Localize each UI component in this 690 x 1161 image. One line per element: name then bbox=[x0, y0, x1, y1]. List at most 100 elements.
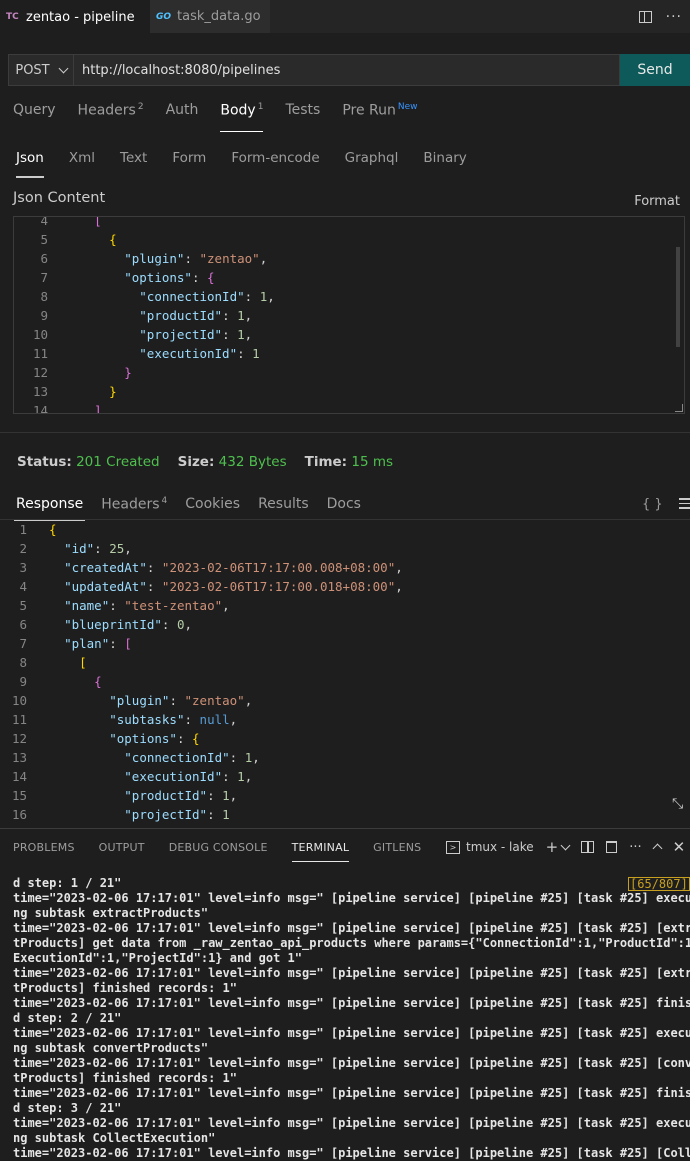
line-number: 5 bbox=[19, 598, 27, 613]
panel-tab-gitlens[interactable]: GITLENS bbox=[373, 841, 421, 857]
body-tab-xml[interactable]: Xml bbox=[69, 150, 95, 172]
format-button[interactable]: Format bbox=[634, 194, 680, 209]
line-number: 3 bbox=[19, 560, 27, 575]
request-body-editor[interactable]: 4 [5 {6 "plugin": "zentao", 7 "options": … bbox=[13, 216, 685, 414]
response-body-line: 6 "blueprintId": 0, bbox=[0, 615, 690, 634]
request-body-line: 5 { bbox=[14, 230, 684, 249]
resp-tab-cookies[interactable]: Cookies bbox=[185, 496, 240, 516]
response-tabs: Response Headers 4 Cookies Results Docs bbox=[13, 496, 379, 521]
terminal-icon: > bbox=[446, 840, 460, 854]
line-number: 7 bbox=[19, 636, 27, 651]
line-number: 12 bbox=[32, 365, 48, 380]
terminal-line: d step: 3 / 21" bbox=[13, 1101, 122, 1115]
terminal-output[interactable]: d step: 1 / 21" time="2023-02-06 17:17:01… bbox=[13, 876, 690, 1161]
tab-query[interactable]: Query bbox=[13, 102, 56, 124]
body-tab-json[interactable]: Json bbox=[16, 150, 44, 178]
terminal-name[interactable]: tmux - lake bbox=[466, 840, 534, 854]
split-terminal-icon[interactable] bbox=[581, 841, 595, 853]
body-tab-form[interactable]: Form bbox=[172, 150, 206, 172]
close-panel-icon[interactable]: ✕ bbox=[673, 838, 686, 856]
hamburger-menu-icon[interactable] bbox=[679, 498, 690, 512]
code-text: "connectionId": 1, bbox=[139, 289, 275, 304]
response-body-viewer[interactable]: 1{2 "id": 25, 3 "createdAt": "2023-02-06T… bbox=[0, 520, 690, 826]
code-text: "blueprintId": 0, bbox=[64, 617, 193, 632]
tmux-scroll-position: [65/807] bbox=[628, 877, 690, 891]
time-field: Time: 15 ms bbox=[304, 454, 394, 470]
terminal-line: d step: 2 / 21" bbox=[13, 1011, 122, 1025]
terminal-line: tProducts] finished records: 1" bbox=[13, 1071, 237, 1085]
code-text: [ bbox=[79, 655, 87, 670]
expand-diagonal-icon[interactable]: ⤡ bbox=[672, 796, 683, 812]
resp-tab-results[interactable]: Results bbox=[258, 496, 309, 516]
code-text: [ bbox=[94, 216, 102, 228]
terminal-line: time="2023-02-06 17:17:01" level=info ms… bbox=[13, 1086, 690, 1100]
panel-tab-debug-console[interactable]: DEBUG CONSOLE bbox=[169, 841, 268, 857]
resp-tab-response[interactable]: Response bbox=[13, 496, 86, 521]
line-number: 4 bbox=[40, 216, 48, 228]
new-terminal-plus-icon[interactable]: + bbox=[546, 838, 559, 856]
code-text: "options": { bbox=[124, 270, 215, 285]
tab-pre-run[interactable]: Pre Run New bbox=[342, 102, 417, 124]
code-text: ] bbox=[94, 403, 102, 414]
line-number: 2 bbox=[19, 541, 27, 556]
request-body-line: 4 [ bbox=[14, 216, 684, 230]
panel-tab-terminal[interactable]: TERMINAL bbox=[291, 841, 350, 862]
terminal-line: time="2023-02-06 17:17:01" level=info ms… bbox=[13, 1116, 690, 1130]
terminal-line: time="2023-02-06 17:17:01" level=info ms… bbox=[13, 996, 690, 1010]
more-actions-icon[interactable]: ··· bbox=[629, 840, 641, 855]
request-body-line: 6 "plugin": "zentao", bbox=[14, 249, 684, 268]
code-text: "plan": [ bbox=[64, 636, 132, 651]
resize-handle-icon[interactable] bbox=[675, 404, 683, 412]
response-body-line: 11 "subtasks": null, bbox=[0, 710, 690, 729]
resp-headers-count-badge: 4 bbox=[161, 496, 168, 506]
request-body-line: 9 "productId": 1, bbox=[14, 306, 684, 325]
line-number: 16 bbox=[11, 807, 27, 822]
body-tab-form-encode[interactable]: Form-encode bbox=[231, 150, 319, 172]
resp-tab-headers[interactable]: Headers 4 bbox=[101, 496, 167, 516]
size-value: 432 Bytes bbox=[218, 454, 287, 470]
line-number: 12 bbox=[11, 731, 27, 746]
send-button[interactable]: Send bbox=[620, 54, 690, 86]
method-select[interactable]: POST bbox=[8, 54, 74, 86]
new-badge: New bbox=[397, 102, 418, 112]
response-body-line: 10 "plugin": "zentao", bbox=[0, 691, 690, 710]
code-text: "projectId": 1 bbox=[124, 807, 230, 822]
tab-task-data-go[interactable]: GO task_data.go bbox=[150, 0, 270, 33]
json-braces-icon[interactable]: { } bbox=[642, 497, 663, 512]
response-body-line: 12 "options": { bbox=[0, 729, 690, 748]
body-tab-text[interactable]: Text bbox=[120, 150, 147, 172]
response-body-line: 2 "id": 25, bbox=[0, 539, 690, 558]
terminal-line: time="2023-02-06 17:17:01" level=info ms… bbox=[13, 1026, 690, 1040]
line-number: 7 bbox=[40, 270, 48, 285]
more-actions-icon[interactable]: ··· bbox=[666, 9, 682, 25]
tab-zentao-pipeline[interactable]: TC zentao - pipeline bbox=[0, 0, 150, 33]
panel-border bbox=[0, 828, 690, 829]
tab-tests[interactable]: Tests bbox=[285, 102, 320, 124]
line-number: 14 bbox=[11, 769, 27, 784]
chevron-down-icon bbox=[58, 63, 69, 74]
maximize-panel-chevron-up-icon[interactable] bbox=[652, 843, 663, 854]
body-tab-graphql[interactable]: Graphql bbox=[345, 150, 399, 172]
terminal-line: ng subtask extractProducts" bbox=[13, 906, 209, 920]
body-type-tabs: Json Xml Text Form Form-encode Graphql B… bbox=[16, 150, 492, 178]
code-text: { bbox=[94, 674, 102, 689]
terminal-line: ng subtask convertProducts" bbox=[13, 1041, 209, 1055]
response-body-line: 3 "createdAt": "2023-02-06T17:17:00.008+… bbox=[0, 558, 690, 577]
resp-tab-docs[interactable]: Docs bbox=[327, 496, 361, 516]
request-body-line: 14 ] bbox=[14, 401, 684, 414]
terminal-dropdown-chevron-icon[interactable] bbox=[560, 840, 571, 851]
tab-body[interactable]: Body 1 bbox=[220, 102, 264, 132]
body-tab-binary[interactable]: Binary bbox=[423, 150, 466, 172]
tab-headers[interactable]: Headers 2 bbox=[78, 102, 144, 124]
split-editor-icon[interactable] bbox=[638, 10, 652, 23]
code-text: "subtasks": null, bbox=[109, 712, 238, 727]
editor-scrollbar[interactable] bbox=[676, 247, 680, 347]
trash-icon[interactable] bbox=[606, 841, 618, 853]
panel-tab-output[interactable]: OUTPUT bbox=[99, 841, 145, 857]
panel-tab-problems[interactable]: PROBLEMS bbox=[13, 841, 75, 857]
code-text: "executionId": 1 bbox=[139, 346, 260, 361]
body-count-badge: 1 bbox=[257, 102, 264, 112]
tab-auth[interactable]: Auth bbox=[166, 102, 199, 124]
line-number: 13 bbox=[32, 384, 48, 399]
url-input[interactable]: http://localhost:8080/pipelines bbox=[74, 54, 620, 86]
